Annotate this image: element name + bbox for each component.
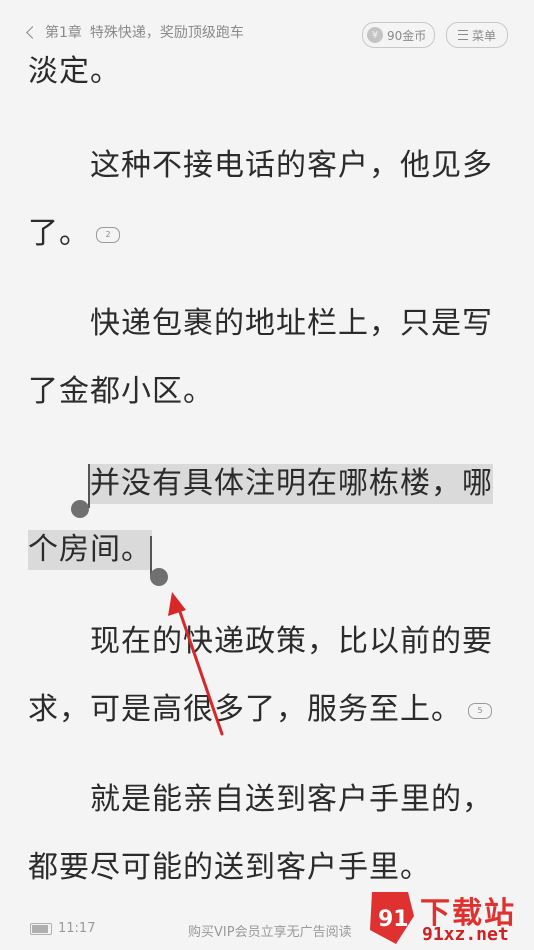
battery-icon bbox=[30, 923, 52, 935]
annotation-arrow bbox=[168, 592, 224, 736]
watermark-domain: 91xz.net bbox=[422, 924, 509, 945]
site-watermark: 91 下载站 91xz.net bbox=[362, 886, 534, 950]
clock-time: 11:17 bbox=[58, 921, 96, 936]
watermark-mark-text: 91 bbox=[378, 907, 409, 932]
vip-promo-link[interactable]: 购买VIP会员立享无广告阅读 bbox=[188, 921, 352, 940]
watermark-logo-icon: 91 bbox=[370, 892, 414, 944]
